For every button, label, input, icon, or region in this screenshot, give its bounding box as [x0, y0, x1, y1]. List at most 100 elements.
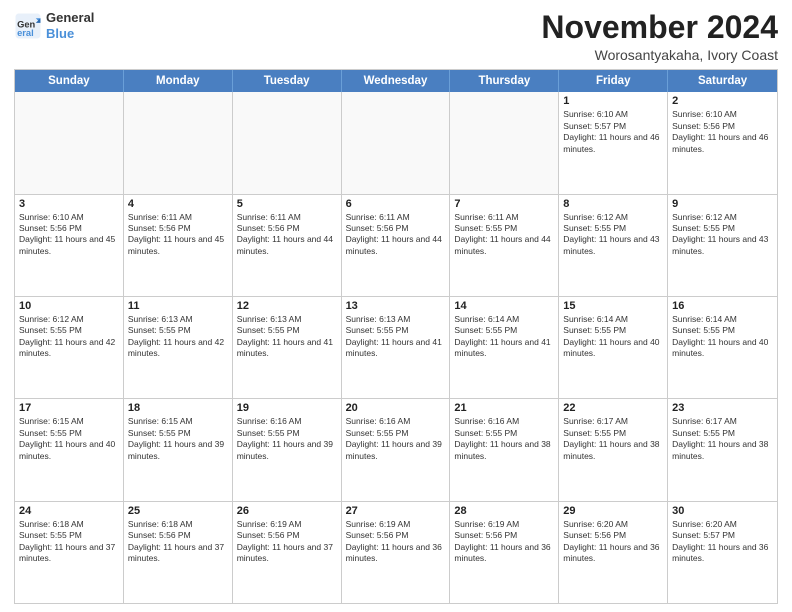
logo-line1: General [46, 10, 94, 26]
day-number: 29 [563, 505, 663, 517]
day-number: 2 [672, 95, 773, 107]
day-cell-12: 12 Sunrise: 6:13 AMSunset: 5:55 PMDayligh… [233, 297, 342, 398]
day-number: 12 [237, 300, 337, 312]
day-number: 6 [346, 198, 446, 210]
day-info: Sunrise: 6:19 AMSunset: 5:56 PMDaylight:… [346, 519, 446, 565]
day-number: 30 [672, 505, 773, 517]
day-cell-16: 16Sunrise: 6:14 AMSunset: 5:55 PMDayligh… [668, 297, 777, 398]
day-info: Sunrise: 6:14 AMSunset: 5:55 PMDaylight:… [563, 314, 663, 360]
day-cell-18: 18 Sunrise: 6:15 AMSunset: 5:55 PMDayligh… [124, 399, 233, 500]
day-cell-17: 17 Sunrise: 6:15 AMSunset: 5:55 PMDayligh… [15, 399, 124, 500]
day-number: 11 [128, 300, 228, 312]
day-number: 27 [346, 505, 446, 517]
day-number: 1 [563, 95, 663, 107]
calendar-body: 1 Sunrise: 6:10 AMSunset: 5:57 PMDaylight… [15, 92, 777, 603]
day-info: Sunrise: 6:16 AMSunset: 5:55 PMDaylight:… [346, 416, 446, 462]
day-info: Sunrise: 6:16 AMSunset: 5:55 PMDaylight:… [454, 416, 554, 462]
logo-icon: Gen eral [14, 12, 42, 40]
day-number: 18 [128, 402, 228, 414]
day-info: Sunrise: 6:12 AMSunset: 5:55 PMDaylight:… [19, 314, 119, 360]
day-number: 25 [128, 505, 228, 517]
day-cell-10: 10Sunrise: 6:12 AMSunset: 5:55 PMDayligh… [15, 297, 124, 398]
day-cell-8: 8 Sunrise: 6:12 AMSunset: 5:55 PMDaylight… [559, 195, 668, 296]
day-info: Sunrise: 6:13 AMSunset: 5:55 PMDaylight:… [128, 314, 228, 360]
day-cell-27: 27 Sunrise: 6:19 AMSunset: 5:56 PMDayligh… [342, 502, 451, 603]
day-number: 7 [454, 198, 554, 210]
day-cell-22: 22 Sunrise: 6:17 AMSunset: 5:55 PMDayligh… [559, 399, 668, 500]
day-cell-13: 13Sunrise: 6:13 AMSunset: 5:55 PMDayligh… [342, 297, 451, 398]
weekday-header-friday: Friday [559, 70, 668, 92]
calendar-row-1: 1 Sunrise: 6:10 AMSunset: 5:57 PMDaylight… [15, 92, 777, 194]
day-info: Sunrise: 6:10 AMSunset: 5:56 PMDaylight:… [19, 212, 119, 258]
day-info: Sunrise: 6:13 AMSunset: 5:55 PMDaylight:… [237, 314, 337, 360]
day-cell-29: 29Sunrise: 6:20 AMSunset: 5:56 PMDayligh… [559, 502, 668, 603]
day-number: 3 [19, 198, 119, 210]
day-cell-2: 2Sunrise: 6:10 AMSunset: 5:56 PMDaylight… [668, 92, 777, 193]
day-info: Sunrise: 6:20 AMSunset: 5:57 PMDaylight:… [672, 519, 773, 565]
month-title: November 2024 [541, 10, 778, 45]
day-cell-7: 7 Sunrise: 6:11 AMSunset: 5:55 PMDaylight… [450, 195, 559, 296]
calendar-row-3: 10Sunrise: 6:12 AMSunset: 5:55 PMDayligh… [15, 297, 777, 399]
day-info: Sunrise: 6:16 AMSunset: 5:55 PMDaylight:… [237, 416, 337, 462]
day-number: 15 [563, 300, 663, 312]
day-cell-21: 21Sunrise: 6:16 AMSunset: 5:55 PMDayligh… [450, 399, 559, 500]
day-info: Sunrise: 6:19 AMSunset: 5:56 PMDaylight:… [237, 519, 337, 565]
page: Gen eral General Blue November 2024 Woro… [0, 0, 792, 612]
day-info: Sunrise: 6:15 AMSunset: 5:55 PMDaylight:… [128, 416, 228, 462]
empty-cell-r0c1 [124, 92, 233, 193]
weekday-header-thursday: Thursday [450, 70, 559, 92]
weekday-header-saturday: Saturday [668, 70, 777, 92]
logo-line2: Blue [46, 26, 94, 42]
day-cell-4: 4Sunrise: 6:11 AMSunset: 5:56 PMDaylight… [124, 195, 233, 296]
calendar: SundayMondayTuesdayWednesdayThursdayFrid… [14, 69, 778, 604]
day-cell-23: 23 Sunrise: 6:17 AMSunset: 5:55 PMDayligh… [668, 399, 777, 500]
weekday-header-monday: Monday [124, 70, 233, 92]
day-number: 13 [346, 300, 446, 312]
day-info: Sunrise: 6:10 AMSunset: 5:57 PMDaylight:… [563, 109, 663, 155]
day-info: Sunrise: 6:18 AMSunset: 5:56 PMDaylight:… [128, 519, 228, 565]
day-cell-19: 19Sunrise: 6:16 AMSunset: 5:55 PMDayligh… [233, 399, 342, 500]
day-info: Sunrise: 6:17 AMSunset: 5:55 PMDaylight:… [672, 416, 773, 462]
day-cell-30: 30 Sunrise: 6:20 AMSunset: 5:57 PMDayligh… [668, 502, 777, 603]
day-info: Sunrise: 6:12 AMSunset: 5:55 PMDaylight:… [672, 212, 773, 258]
day-number: 5 [237, 198, 337, 210]
calendar-row-5: 24 Sunrise: 6:18 AMSunset: 5:55 PMDayligh… [15, 502, 777, 603]
day-info: Sunrise: 6:15 AMSunset: 5:55 PMDaylight:… [19, 416, 119, 462]
day-number: 14 [454, 300, 554, 312]
day-info: Sunrise: 6:17 AMSunset: 5:55 PMDaylight:… [563, 416, 663, 462]
day-number: 22 [563, 402, 663, 414]
calendar-row-2: 3 Sunrise: 6:10 AMSunset: 5:56 PMDaylight… [15, 195, 777, 297]
calendar-header: SundayMondayTuesdayWednesdayThursdayFrid… [15, 70, 777, 92]
day-cell-24: 24 Sunrise: 6:18 AMSunset: 5:55 PMDayligh… [15, 502, 124, 603]
calendar-row-4: 17 Sunrise: 6:15 AMSunset: 5:55 PMDayligh… [15, 399, 777, 501]
day-cell-3: 3 Sunrise: 6:10 AMSunset: 5:56 PMDaylight… [15, 195, 124, 296]
day-info: Sunrise: 6:14 AMSunset: 5:55 PMDaylight:… [454, 314, 554, 360]
logo-text: General Blue [46, 10, 94, 41]
day-info: Sunrise: 6:11 AMSunset: 5:56 PMDaylight:… [346, 212, 446, 258]
day-cell-28: 28Sunrise: 6:19 AMSunset: 5:56 PMDayligh… [450, 502, 559, 603]
empty-cell-r0c3 [342, 92, 451, 193]
day-number: 26 [237, 505, 337, 517]
day-info: Sunrise: 6:18 AMSunset: 5:55 PMDaylight:… [19, 519, 119, 565]
weekday-header-tuesday: Tuesday [233, 70, 342, 92]
location: Worosantyakaha, Ivory Coast [541, 47, 778, 63]
day-info: Sunrise: 6:11 AMSunset: 5:55 PMDaylight:… [454, 212, 554, 258]
empty-cell-r0c0 [15, 92, 124, 193]
day-cell-14: 14 Sunrise: 6:14 AMSunset: 5:55 PMDayligh… [450, 297, 559, 398]
weekday-header-sunday: Sunday [15, 70, 124, 92]
day-info: Sunrise: 6:12 AMSunset: 5:55 PMDaylight:… [563, 212, 663, 258]
day-cell-15: 15 Sunrise: 6:14 AMSunset: 5:55 PMDayligh… [559, 297, 668, 398]
day-cell-5: 5 Sunrise: 6:11 AMSunset: 5:56 PMDaylight… [233, 195, 342, 296]
empty-cell-r0c2 [233, 92, 342, 193]
day-number: 8 [563, 198, 663, 210]
day-number: 16 [672, 300, 773, 312]
svg-text:eral: eral [17, 28, 34, 38]
day-info: Sunrise: 6:11 AMSunset: 5:56 PMDaylight:… [128, 212, 228, 258]
day-cell-9: 9Sunrise: 6:12 AMSunset: 5:55 PMDaylight… [668, 195, 777, 296]
day-info: Sunrise: 6:11 AMSunset: 5:56 PMDaylight:… [237, 212, 337, 258]
day-number: 24 [19, 505, 119, 517]
day-number: 23 [672, 402, 773, 414]
day-number: 17 [19, 402, 119, 414]
weekday-header-wednesday: Wednesday [342, 70, 451, 92]
empty-cell-r0c4 [450, 92, 559, 193]
